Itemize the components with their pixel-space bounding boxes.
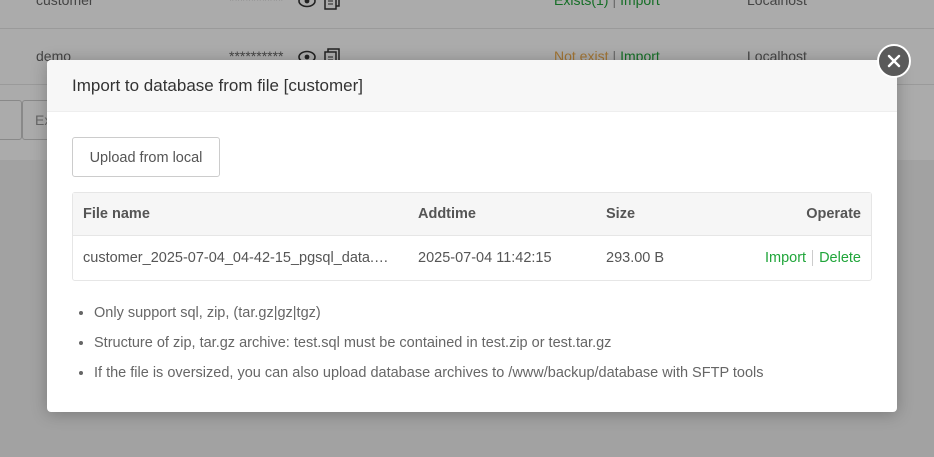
help-notes: Only support sql, zip, (tar.gz|gz|tgz) S… xyxy=(72,298,894,388)
col-addtime: Addtime xyxy=(408,193,596,236)
file-table: File name Addtime Size Operate customer_… xyxy=(72,192,872,281)
upload-from-local-button[interactable]: Upload from local xyxy=(72,137,220,177)
note-item: Structure of zip, tar.gz archive: test.s… xyxy=(94,328,894,358)
close-icon xyxy=(887,54,901,68)
col-operate: Operate xyxy=(716,193,871,236)
col-size: Size xyxy=(596,193,716,236)
note-item: Only support sql, zip, (tar.gz|gz|tgz) xyxy=(94,298,894,328)
file-addtime: 2025-07-04 11:42:15 xyxy=(418,250,552,266)
dialog-title: Import to database from file [customer] xyxy=(47,60,897,112)
divider xyxy=(812,250,814,267)
note-item: If the file is oversized, you can also u… xyxy=(94,358,894,388)
close-dialog-button[interactable] xyxy=(877,44,911,78)
file-size: 293.00 B xyxy=(606,250,665,266)
delete-file-link[interactable]: Delete xyxy=(819,250,861,266)
table-row: customer_2025-07-04_04-42-15_pgsql_data.… xyxy=(73,236,871,280)
import-file-link[interactable]: Import xyxy=(765,250,806,266)
import-dialog: Import to database from file [customer] … xyxy=(47,60,897,412)
file-name: customer_2025-07-04_04-42-15_pgsql_data.… xyxy=(83,250,393,266)
col-file-name: File name xyxy=(73,193,408,236)
